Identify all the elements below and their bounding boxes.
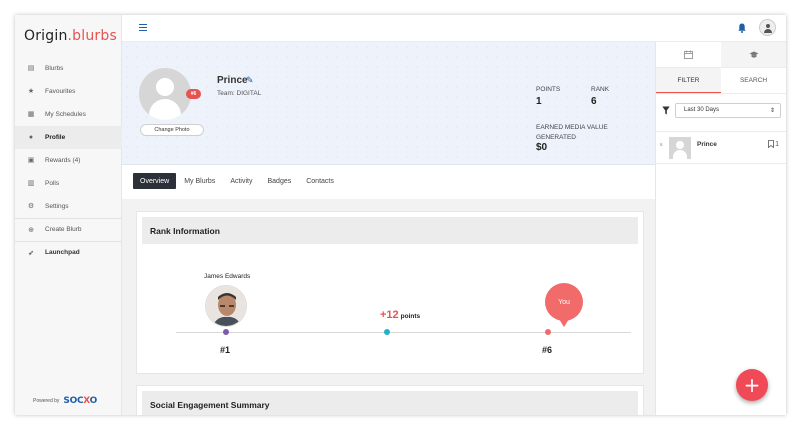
tab-activity[interactable]: Activity xyxy=(223,173,259,189)
rank-label: RANK xyxy=(591,86,610,93)
points-label: POINTS xyxy=(536,86,561,93)
document-icon: ▤ xyxy=(27,65,35,72)
pencil-icon[interactable]: ✎ xyxy=(246,75,254,86)
rank-value: 6 xyxy=(591,96,597,107)
profile-avatar xyxy=(139,68,191,120)
right-panel-icon-tabs xyxy=(656,42,786,68)
star-icon: ★ xyxy=(27,88,35,95)
overview-content: Rank Information James Edwards #1 +12 poi… xyxy=(122,199,655,415)
sidebar-item-profile[interactable]: ● Profile xyxy=(15,126,122,149)
emv-value: $0 xyxy=(536,142,548,153)
tab-filter[interactable]: FILTER xyxy=(656,68,721,93)
sort-arrows-icon: ⇕ xyxy=(769,107,775,114)
app-window: Origin.blurbs ▤ Blurbs ★ Favourites ▦ My… xyxy=(15,15,786,415)
leader-photo xyxy=(205,285,247,327)
you-rank: #6 xyxy=(542,345,553,355)
sidebar-nav: ▤ Blurbs ★ Favourites ▦ My Schedules ● P… xyxy=(15,57,122,264)
app-logo[interactable]: Origin.blurbs xyxy=(24,28,117,44)
social-engagement-title: Social Engagement Summary xyxy=(142,391,638,415)
add-blurb-fab-button[interactable]: + xyxy=(736,369,768,401)
sidebar-item-settings[interactable]: ⚙ Settings xyxy=(15,195,122,218)
tab-search[interactable]: SEARCH xyxy=(721,68,786,93)
tab-my-blurbs[interactable]: My Blurbs xyxy=(177,173,222,189)
hamburger-menu-icon[interactable] xyxy=(139,24,147,31)
leaderboard-item-rank: 6 xyxy=(660,142,663,147)
social-engagement-card: Social Engagement Summary xyxy=(136,385,644,415)
sidebar-item-label: My Schedules xyxy=(45,110,86,118)
sidebar-item-blurbs[interactable]: ▤ Blurbs xyxy=(15,57,122,80)
sidebar-item-polls[interactable]: ▥ Polls xyxy=(15,172,122,195)
logo-text-origin: Origin xyxy=(24,28,68,44)
top-bar xyxy=(122,15,786,42)
rank-information-title: Rank Information xyxy=(142,217,638,244)
tab-contacts[interactable]: Contacts xyxy=(299,173,341,189)
sidebar-item-launchpad[interactable]: ➶ Launchpad xyxy=(15,241,122,264)
points-gap: +12 points xyxy=(380,309,420,321)
right-panel-tabs: FILTER SEARCH xyxy=(656,68,786,94)
tab-overview[interactable]: Overview xyxy=(133,173,177,189)
powered-by-label: Powered by xyxy=(33,398,60,404)
profile-header: #6 Change Photo Prince ✎ Team: DIGITAL P… xyxy=(122,42,655,165)
points-gap-value: +12 xyxy=(380,309,399,321)
rocket-icon: ➶ xyxy=(28,249,34,257)
sidebar-item-label: Launchpad xyxy=(45,249,80,256)
leaderboard-item-count: 1 xyxy=(768,140,779,148)
period-select-value: Last 30 Days xyxy=(684,107,720,113)
you-marker xyxy=(545,329,551,335)
calendar-icon[interactable] xyxy=(656,42,721,67)
rank-information-card: Rank Information James Edwards #1 +12 poi… xyxy=(136,211,644,374)
leaderboard-item-avatar xyxy=(669,137,691,159)
leader-rank: #1 xyxy=(220,345,231,355)
profile-tabs: Overview My Blurbs Activity Badges Conta… xyxy=(133,173,342,189)
filter-row: Last 30 Days ⇕ xyxy=(662,102,781,118)
user-menu-avatar[interactable] xyxy=(759,19,776,36)
points-gap-marker xyxy=(384,329,390,335)
emv-label-line1: EARNED MEDIA VALUE xyxy=(536,124,608,131)
funnel-icon[interactable] xyxy=(662,106,670,115)
leaderboard-item-count-value: 1 xyxy=(775,140,779,148)
leaderboard-item-name: Prince xyxy=(697,141,717,148)
profile-name: Prince xyxy=(217,75,248,86)
sidebar-item-my-schedules[interactable]: ▦ My Schedules xyxy=(15,103,122,126)
bookmark-icon xyxy=(768,140,774,148)
rank-badge: #6 xyxy=(186,89,201,99)
sidebar-item-label: Settings xyxy=(45,202,69,210)
powered-by: Powered by SOCXO xyxy=(33,396,97,406)
bell-icon[interactable] xyxy=(738,23,746,33)
leader-marker xyxy=(223,329,229,335)
logo-text-blurbs: blurbs xyxy=(72,28,117,44)
points-value: 1 xyxy=(536,96,542,107)
sidebar-item-label: Favourites xyxy=(45,87,76,95)
leader-name: James Edwards xyxy=(204,273,251,280)
sidebar-item-create-blurb[interactable]: ⊕ Create Blurb xyxy=(15,218,122,241)
sidebar-item-label: Polls xyxy=(45,179,60,187)
sidebar-item-label: Rewards (4) xyxy=(45,156,81,164)
gift-icon: ▣ xyxy=(27,157,35,164)
you-bubble: You xyxy=(545,283,583,327)
sidebar-item-favourites[interactable]: ★ Favourites xyxy=(15,80,122,103)
emv-label-line2: GENERATED xyxy=(536,134,576,141)
profile-team: Team: DIGITAL xyxy=(217,90,262,97)
plus-circle-icon: ⊕ xyxy=(28,226,34,234)
sidebar-item-label: Profile xyxy=(45,133,66,141)
bar-chart-icon: ▥ xyxy=(27,180,35,187)
gear-icon: ⚙ xyxy=(27,203,35,210)
sidebar-item-label: Blurbs xyxy=(45,64,64,72)
rank-timeline xyxy=(176,332,631,333)
socxo-logo[interactable]: SOCXO xyxy=(63,396,97,406)
calendar-icon: ▦ xyxy=(27,111,35,118)
sidebar: Origin.blurbs ▤ Blurbs ★ Favourites ▦ My… xyxy=(15,15,122,415)
leaderboard-item[interactable]: 6 Prince 1 xyxy=(656,131,786,164)
user-icon: ● xyxy=(28,133,34,141)
points-gap-unit: points xyxy=(400,313,421,320)
change-photo-button[interactable]: Change Photo xyxy=(140,124,204,136)
right-panel: FILTER SEARCH Last 30 Days ⇕ 6 Prince 1 xyxy=(655,42,786,415)
graduation-cap-icon[interactable] xyxy=(721,42,786,67)
tab-badges[interactable]: Badges xyxy=(260,173,298,189)
period-select[interactable]: Last 30 Days ⇕ xyxy=(675,102,781,118)
sidebar-item-rewards[interactable]: ▣ Rewards (4) xyxy=(15,149,122,172)
sidebar-item-label: Create Blurb xyxy=(45,226,82,233)
